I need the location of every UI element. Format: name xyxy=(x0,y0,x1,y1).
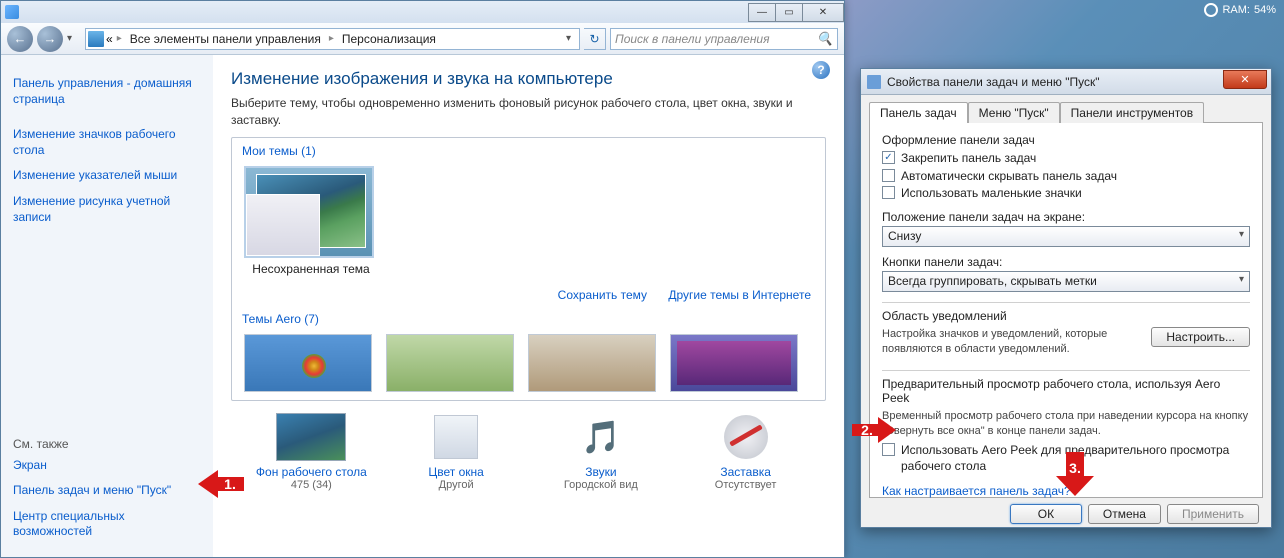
refresh-button[interactable]: ↻ xyxy=(584,28,606,50)
lock-taskbar-checkbox[interactable]: Закрепить панель задач xyxy=(882,151,1250,167)
help-icon[interactable]: ? xyxy=(812,61,830,79)
sidebar-item-account-picture[interactable]: Изменение рисунка учетной записи xyxy=(13,189,201,230)
position-label: Положение панели задач на экране: xyxy=(882,210,1250,224)
address-bar[interactable]: « ▸ Все элементы панели управления ▸ Пер… xyxy=(85,28,580,50)
save-theme-link[interactable]: Сохранить тему xyxy=(558,288,647,302)
forward-button[interactable]: → xyxy=(37,26,63,52)
sidebar-item-desktop-icons[interactable]: Изменение значков рабочего стола xyxy=(13,122,201,163)
dialog-close-button[interactable]: ✕ xyxy=(1223,70,1267,89)
aero-theme-4[interactable] xyxy=(670,334,798,392)
apply-button[interactable]: Применить xyxy=(1167,504,1259,524)
tab-taskbar[interactable]: Панель задач xyxy=(869,102,968,123)
small-icons-checkbox[interactable]: Использовать маленькие значки xyxy=(882,186,1250,202)
my-themes-label: Мои темы (1) xyxy=(232,138,825,162)
ram-label: RAM: xyxy=(1222,4,1250,16)
aero-theme-1[interactable] xyxy=(244,334,372,392)
dialog-tabs: Панель задач Меню "Пуск" Панели инструме… xyxy=(861,95,1271,122)
color-icon xyxy=(434,415,478,459)
peek-desc: Временный просмотр рабочего стола при на… xyxy=(882,409,1250,439)
breadcrumb-root[interactable]: « xyxy=(106,32,113,46)
see-also-heading: См. также xyxy=(13,431,201,453)
breadcrumb-level1[interactable]: Все элементы панели управления xyxy=(126,32,325,46)
desktop-background-button[interactable]: Фон рабочего стола 475 (34) xyxy=(239,413,384,491)
sidebar-item-taskbar[interactable]: Панель задач и меню "Пуск" xyxy=(13,478,201,504)
dialog-icon xyxy=(867,75,881,89)
page-description: Выберите тему, чтобы одновременно измени… xyxy=(231,95,826,129)
screensaver-button[interactable]: Заставка Отсутствует xyxy=(673,413,818,491)
personalization-window: — ▭ ✕ ← → ▾ « ▸ Все элементы панели упра… xyxy=(0,0,845,558)
notification-area-group: Область уведомлений Настройка значков и … xyxy=(882,302,1250,361)
window-color-button[interactable]: Цвет окна Другой xyxy=(384,413,529,491)
autohide-checkbox[interactable]: Автоматически скрывать панель задач xyxy=(882,169,1250,185)
online-themes-link[interactable]: Другие темы в Интернете xyxy=(668,288,811,302)
ram-value: 54% xyxy=(1254,4,1276,16)
aero-themes-label: Темы Aero (7) xyxy=(232,306,825,330)
search-icon: 🔍 xyxy=(817,31,833,47)
breadcrumb-level2[interactable]: Персонализация xyxy=(338,32,440,46)
close-button[interactable]: ✕ xyxy=(802,3,844,22)
dialog-titlebar[interactable]: Свойства панели задач и меню "Пуск" ✕ xyxy=(861,69,1271,95)
back-button[interactable]: ← xyxy=(7,26,33,52)
dialog-body: Оформление панели задач Закрепить панель… xyxy=(869,122,1263,498)
customize-button[interactable]: Настроить... xyxy=(1151,327,1250,347)
bottom-row: Фон рабочего стола 475 (34) Цвет окна Др… xyxy=(231,401,826,495)
notification-heading: Область уведомлений xyxy=(882,309,1250,323)
window-toolbar: ← → ▾ « ▸ Все элементы панели управления… xyxy=(1,23,844,55)
sidebar: Панель управления - домашняя страница Из… xyxy=(1,55,213,557)
main-content: Изменение изображения и звука на компьют… xyxy=(213,55,844,557)
notification-desc: Настройка значков и уведомлений, которые… xyxy=(882,327,1143,357)
peek-heading: Предварительный просмотр рабочего стола,… xyxy=(882,377,1250,405)
help-link[interactable]: Как настраивается панель задач? xyxy=(882,484,1071,498)
minimize-button[interactable]: — xyxy=(748,3,776,22)
dialog-footer: ОК Отмена Применить xyxy=(861,504,1271,532)
control-panel-icon xyxy=(88,31,104,47)
marker-2: 2. xyxy=(852,414,896,446)
window-titlebar[interactable]: — ▭ ✕ xyxy=(1,1,844,23)
sound-icon: 🎵 xyxy=(581,418,621,456)
appearance-heading: Оформление панели задач xyxy=(882,133,1250,147)
marker-1: 1. xyxy=(198,466,244,502)
sidebar-item-display[interactable]: Экран xyxy=(13,453,201,479)
window-icon xyxy=(5,5,19,19)
history-dropdown[interactable]: ▾ xyxy=(67,29,81,49)
aero-theme-2[interactable] xyxy=(386,334,514,392)
screensaver-icon xyxy=(724,415,768,459)
checkbox-icon xyxy=(882,186,895,199)
aero-theme-3[interactable] xyxy=(528,334,656,392)
ram-indicator: RAM: 54% xyxy=(1204,3,1276,17)
sidebar-item-mouse-pointers[interactable]: Изменение указателей мыши xyxy=(13,163,201,189)
sidebar-item-ease-of-access[interactable]: Центр специальных возможностей xyxy=(13,504,201,545)
ok-button[interactable]: ОК xyxy=(1010,504,1082,524)
sounds-button[interactable]: 🎵 Звуки Городской вид xyxy=(529,413,674,491)
breadcrumb-dropdown[interactable]: ▾ xyxy=(560,33,577,44)
dialog-title: Свойства панели задач и меню "Пуск" xyxy=(887,75,1223,89)
position-select[interactable]: Снизу xyxy=(882,226,1250,247)
sidebar-home[interactable]: Панель управления - домашняя страница xyxy=(13,71,201,112)
page-title: Изменение изображения и звука на компьют… xyxy=(231,69,826,89)
checkbox-icon xyxy=(882,169,895,182)
tab-start-menu[interactable]: Меню "Пуск" xyxy=(968,102,1060,123)
tab-toolbars[interactable]: Панели инструментов xyxy=(1060,102,1204,123)
cancel-button[interactable]: Отмена xyxy=(1088,504,1161,524)
marker-3: 3. xyxy=(1048,452,1102,496)
search-input[interactable]: Поиск в панели управления 🔍 xyxy=(610,28,838,50)
checkbox-icon xyxy=(882,151,895,164)
background-icon xyxy=(276,413,346,461)
themes-box: Мои темы (1) Несохраненная тема Сохранит… xyxy=(231,137,826,401)
theme-unsaved[interactable]: Несохраненная тема xyxy=(244,166,378,276)
maximize-button[interactable]: ▭ xyxy=(775,3,803,22)
buttons-select[interactable]: Всегда группировать, скрывать метки xyxy=(882,271,1250,292)
buttons-label: Кнопки панели задач: xyxy=(882,255,1250,269)
